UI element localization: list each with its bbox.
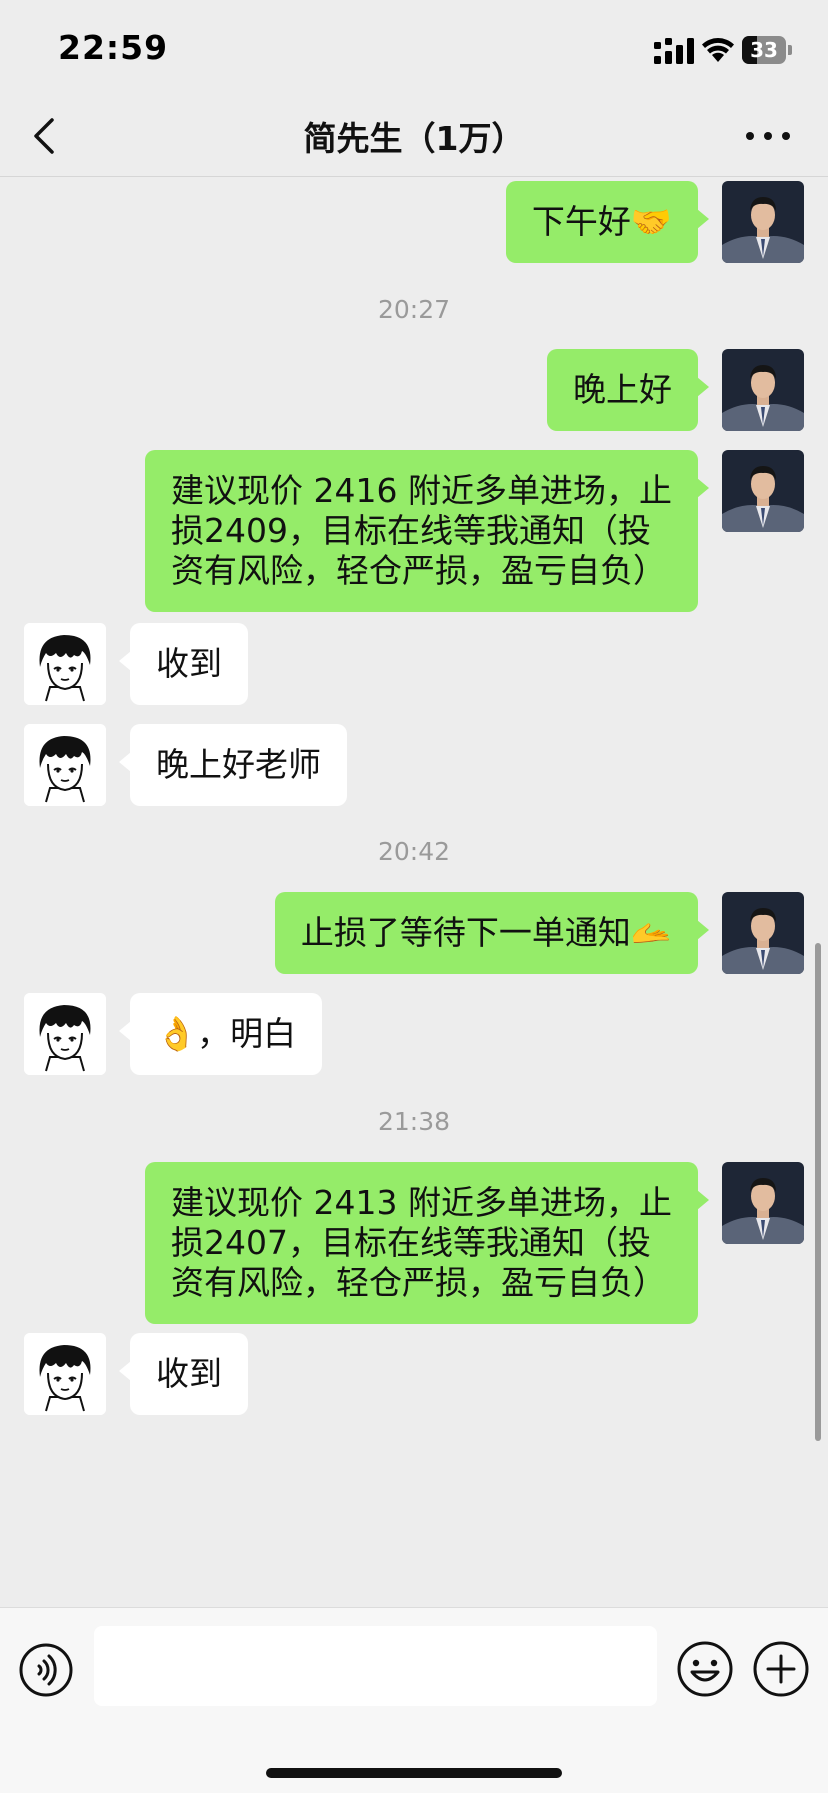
message-row-incoming: 晚上好老师: [0, 724, 828, 806]
message-input[interactable]: [94, 1626, 657, 1706]
message-text: 晚上好: [573, 370, 672, 409]
more-dots-icon[interactable]: [740, 114, 796, 158]
message-text: 收到: [156, 644, 222, 683]
contact-avatar[interactable]: [24, 993, 106, 1075]
message-bubble[interactable]: 止损了等待下一单通知🫴: [274, 892, 710, 974]
message-bubble[interactable]: 晚上好: [547, 349, 709, 431]
message-timestamp: 21:38: [377, 1107, 451, 1136]
message-row-outgoing: 止损了等待下一单通知🫴: [0, 892, 828, 974]
nav-bar: 简先生（1万）: [0, 96, 828, 177]
emoji-icon[interactable]: [676, 1640, 734, 1698]
battery-level: 33: [750, 38, 778, 62]
status-bar: 22:59 33: [0, 0, 828, 96]
message-row-incoming: 👌，明白: [0, 993, 828, 1075]
contact-avatar[interactable]: [24, 1333, 106, 1415]
battery-icon: 33: [742, 36, 792, 64]
chat-area[interactable]: 下午好🤝 20:27 晚上好建议现价 2416 附近多单进场，止 损2409，目标在…: [0, 177, 828, 1607]
message-text: 👌，明白: [156, 1014, 297, 1053]
chat-title: 简先生（1万）: [303, 119, 525, 158]
message-bubble[interactable]: 👌，明白: [118, 993, 323, 1075]
message-timestamp: 20:42: [377, 837, 451, 866]
my-avatar[interactable]: [722, 1162, 804, 1244]
wifi-icon: [702, 38, 734, 62]
signal-icon: [654, 38, 694, 64]
message-bubble[interactable]: 晚上好老师: [119, 724, 347, 806]
message-bubble[interactable]: 下午好🤝: [505, 181, 710, 263]
message-text: 收到: [156, 1354, 222, 1393]
input-bar: [0, 1607, 828, 1793]
message-row-outgoing: 晚上好: [0, 349, 828, 431]
message-bubble[interactable]: 收到: [119, 1333, 248, 1415]
contact-avatar[interactable]: [24, 623, 106, 705]
message-bubble[interactable]: 建议现价 2413 附近多单进场，止 损2407，目标在线等我通知（投 资有风险…: [145, 1162, 709, 1324]
my-avatar[interactable]: [722, 450, 804, 532]
message-row-incoming: 收到: [0, 1333, 828, 1415]
message-timestamp: 20:27: [377, 295, 451, 324]
message-text: 建议现价 2413 附近多单进场，止 损2407，目标在线等我通知（投 资有风险…: [171, 1183, 672, 1302]
plus-circle-icon[interactable]: [752, 1640, 810, 1698]
scrollbar[interactable]: [815, 943, 821, 1441]
my-avatar[interactable]: [722, 181, 804, 263]
message-row-incoming: 收到: [0, 623, 828, 705]
message-bubble[interactable]: 建议现价 2416 附近多单进场，止 损2409，目标在线等我通知（投 资有风险…: [145, 450, 709, 612]
message-text: 止损了等待下一单通知🫴: [300, 913, 672, 952]
voice-icon[interactable]: [18, 1642, 74, 1698]
message-text: 下午好🤝: [531, 202, 672, 241]
message-row-outgoing: 建议现价 2416 附近多单进场，止 损2409，目标在线等我通知（投 资有风险…: [0, 450, 828, 612]
message-bubble[interactable]: 收到: [119, 623, 248, 705]
message-row-outgoing: 下午好🤝: [0, 181, 828, 263]
message-row-outgoing: 建议现价 2413 附近多单进场，止 损2407，目标在线等我通知（投 资有风险…: [0, 1162, 828, 1324]
my-avatar[interactable]: [722, 349, 804, 431]
my-avatar[interactable]: [722, 892, 804, 974]
message-text: 晚上好老师: [156, 745, 321, 784]
contact-avatar[interactable]: [24, 724, 106, 806]
home-indicator[interactable]: [266, 1768, 562, 1778]
status-time: 22:59: [58, 28, 169, 67]
message-text: 建议现价 2416 附近多单进场，止 损2409，目标在线等我通知（投 资有风险…: [171, 471, 672, 590]
